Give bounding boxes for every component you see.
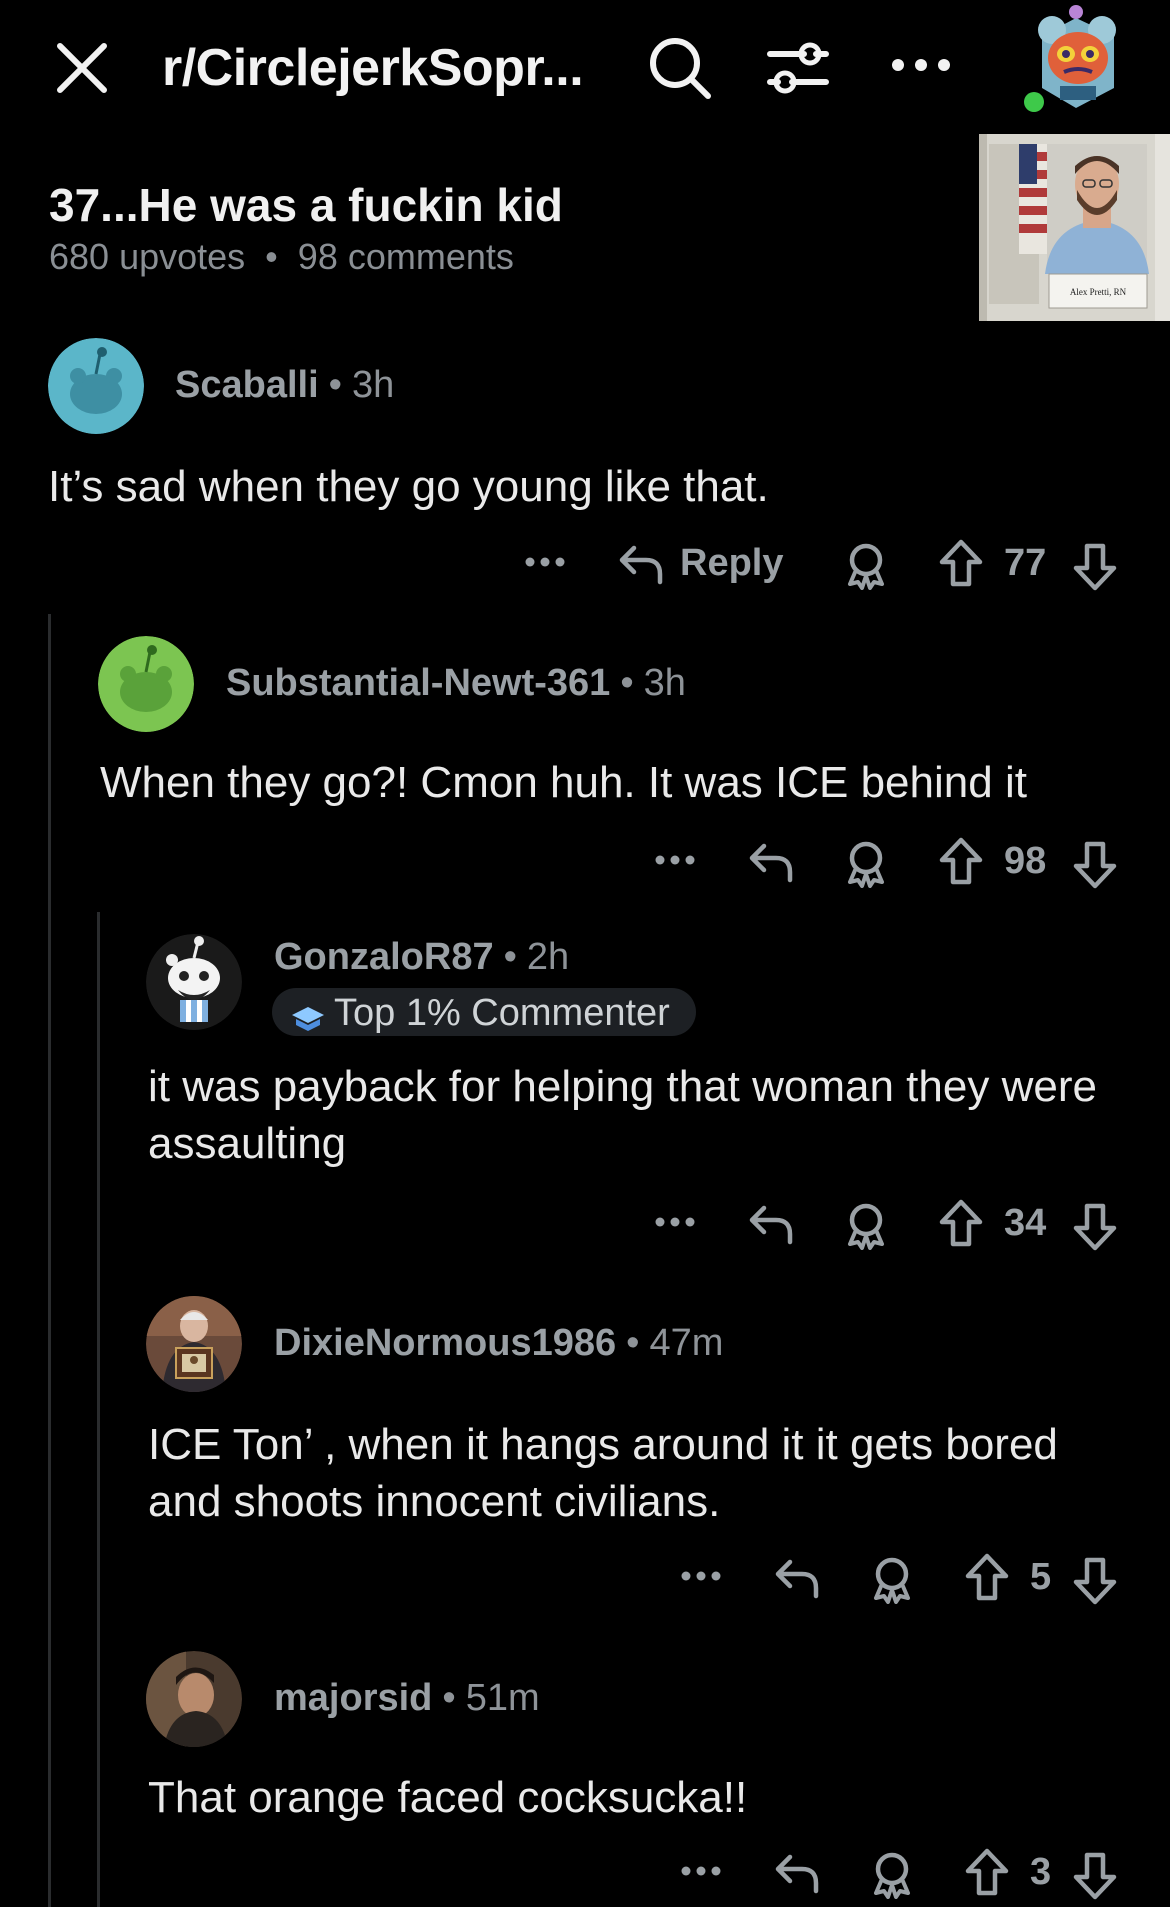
upvote-button[interactable] xyxy=(938,538,984,588)
avatar[interactable] xyxy=(98,636,194,732)
downvote-button[interactable] xyxy=(1072,840,1118,890)
comment-header: majorsid • 51m xyxy=(274,1677,540,1720)
comment-body: ICE Ton’ , when it hangs around it it ge… xyxy=(148,1420,1058,1526)
vote-score: 34 xyxy=(1004,1202,1047,1244)
timestamp: 3h xyxy=(643,662,686,704)
reply-button[interactable]: Reply xyxy=(616,540,783,588)
close-icon[interactable] xyxy=(52,38,112,98)
downvote-button[interactable] xyxy=(1072,542,1118,592)
comment-body: That orange faced cocksucka!! xyxy=(148,1773,748,1822)
avatar[interactable] xyxy=(146,934,242,1030)
user-avatar[interactable] xyxy=(1022,4,1130,114)
avatar[interactable] xyxy=(48,338,144,434)
dot-separator: • xyxy=(503,936,517,978)
timestamp: 3h xyxy=(351,364,395,406)
timestamp: 51m xyxy=(465,1677,540,1719)
avatar[interactable] xyxy=(146,1296,242,1392)
username[interactable]: DixieNormous1986 xyxy=(274,1322,616,1364)
post-thumbnail[interactable]: Alex Pretti, RN xyxy=(979,134,1170,321)
comment-body: When they go?! Cmon huh. It was ICE behi… xyxy=(100,758,1027,807)
more-icon[interactable] xyxy=(680,1568,722,1584)
reply-button[interactable] xyxy=(772,1554,820,1602)
timestamp: 2h xyxy=(526,936,570,978)
award-icon[interactable] xyxy=(868,1849,916,1899)
subreddit-title[interactable]: r/CirclejerkSopr... xyxy=(162,38,584,98)
search-icon[interactable] xyxy=(646,34,714,102)
upvote-button[interactable] xyxy=(964,1552,1010,1602)
dot-separator: • xyxy=(626,1322,640,1364)
avatar[interactable] xyxy=(146,1651,242,1747)
more-icon[interactable] xyxy=(680,1863,722,1879)
username[interactable]: majorsid xyxy=(274,1677,432,1719)
comment-actions: 5 xyxy=(520,1550,1140,1610)
dot-separator: • xyxy=(620,662,634,704)
comment-header: DixieNormous1986 • 47m xyxy=(274,1322,723,1365)
top-bar: r/CirclejerkSopr... xyxy=(0,0,1170,135)
comment-actions: 34 xyxy=(520,1196,1140,1256)
award-icon[interactable] xyxy=(842,838,890,888)
more-icon[interactable] xyxy=(654,852,696,868)
reply-button[interactable] xyxy=(746,838,794,886)
comment-actions: Reply 77 xyxy=(520,536,1140,596)
downvote-button[interactable] xyxy=(1072,1851,1118,1901)
comment-body: it was payback for helping that woman th… xyxy=(148,1062,1097,1168)
comment-actions: 98 xyxy=(520,834,1140,894)
comment: Substantial-Newt-361 • 3h When they go?! C… xyxy=(0,636,1170,896)
reply-button[interactable] xyxy=(746,1200,794,1248)
username[interactable]: Substantial-Newt-361 xyxy=(226,662,610,704)
comment: GonzaloR87 • 2h Top 1% Commenter it was pa… xyxy=(0,934,1170,1264)
dot-separator: • xyxy=(442,1677,456,1719)
upvote-button[interactable] xyxy=(938,1198,984,1248)
vote-score: 3 xyxy=(1030,1851,1052,1893)
vote-score: 77 xyxy=(1004,542,1047,584)
timestamp: 47m xyxy=(649,1322,724,1364)
downvote-button[interactable] xyxy=(1072,1202,1118,1252)
comment-actions: 3 xyxy=(520,1845,1140,1905)
comment: majorsid • 51m That orange faced cocksucka… xyxy=(0,1651,1170,1907)
comment-header: Scaballi • 3h xyxy=(175,364,394,407)
username[interactable]: Scaballi xyxy=(175,364,319,406)
upvote-count: 680 upvotes xyxy=(49,236,246,277)
vote-score: 98 xyxy=(1004,840,1047,882)
post-title[interactable]: 37...He was a fuckin kid xyxy=(49,178,563,232)
thumbnail-caption: Alex Pretti, RN xyxy=(1070,287,1127,297)
meta-separator: • xyxy=(265,236,278,277)
comment-header: GonzaloR87 • 2h xyxy=(274,936,569,979)
username[interactable]: GonzaloR87 xyxy=(274,936,494,978)
upvote-button[interactable] xyxy=(938,836,984,886)
flair-text: Top 1% Commenter xyxy=(334,992,670,1034)
comment: DixieNormous1986 • 47m ICE Ton’ , when it … xyxy=(0,1296,1170,1616)
filter-icon[interactable] xyxy=(764,34,832,102)
more-options-icon[interactable] xyxy=(886,40,956,90)
downvote-button[interactable] xyxy=(1072,1556,1118,1606)
award-icon[interactable] xyxy=(842,1200,890,1250)
post-meta: 680 upvotes • 98 comments xyxy=(49,236,514,278)
more-icon[interactable] xyxy=(654,1214,696,1230)
comment-header: Substantial-Newt-361 • 3h xyxy=(226,662,686,705)
flair-badge[interactable]: Top 1% Commenter xyxy=(272,988,696,1036)
vote-score: 5 xyxy=(1030,1556,1052,1598)
comment: Scaballi • 3h It’s sad when they go young … xyxy=(0,338,1170,598)
comment-count: 98 comments xyxy=(297,236,514,277)
award-icon[interactable] xyxy=(868,1554,916,1604)
award-icon[interactable] xyxy=(842,540,890,590)
upvote-button[interactable] xyxy=(964,1847,1010,1897)
reply-button[interactable] xyxy=(772,1849,820,1897)
comment-body: It’s sad when they go young like that. xyxy=(48,462,769,511)
reply-label[interactable]: Reply xyxy=(680,542,783,585)
commenter-badge-icon xyxy=(290,998,326,1031)
more-icon[interactable] xyxy=(524,554,566,570)
dot-separator: • xyxy=(328,364,342,406)
